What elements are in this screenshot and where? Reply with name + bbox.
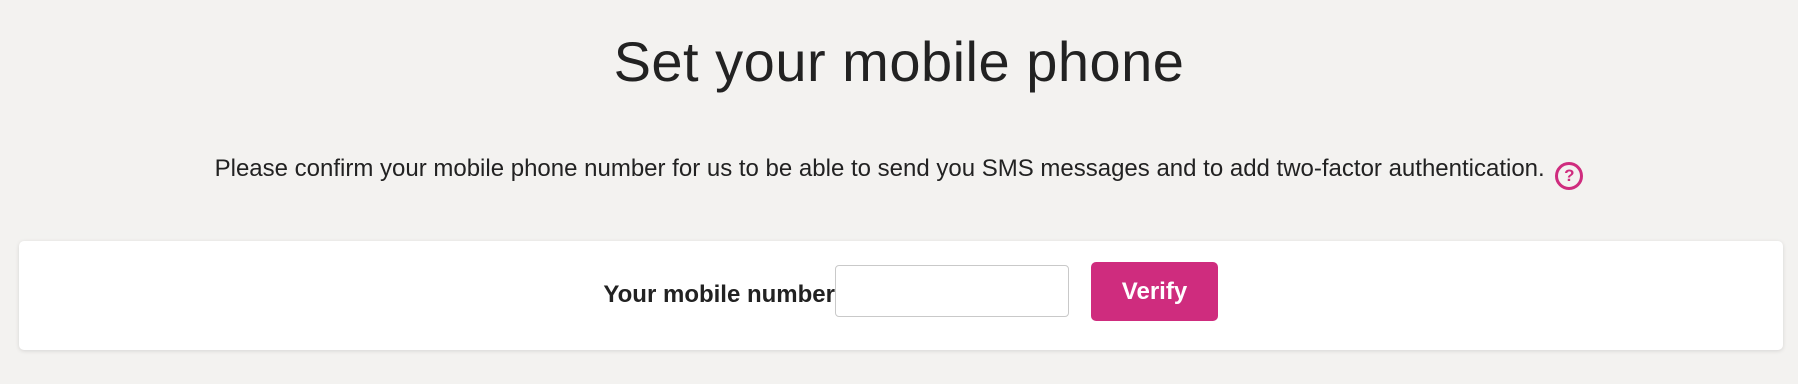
intro-text: Please confirm your mobile phone number …	[214, 155, 1545, 182]
page-title: Set your mobile phone	[613, 30, 1185, 93]
intro-paragraph: Please confirm your mobile phone number …	[0, 152, 1798, 190]
verify-button[interactable]: Verify	[1091, 262, 1218, 321]
help-question-icon[interactable]: ?	[1555, 162, 1584, 190]
mobile-number-label: Your mobile number:	[603, 281, 843, 308]
mobile-number-form: Your mobile number: Verify	[19, 241, 1783, 350]
mobile-number-input[interactable]	[835, 265, 1069, 317]
